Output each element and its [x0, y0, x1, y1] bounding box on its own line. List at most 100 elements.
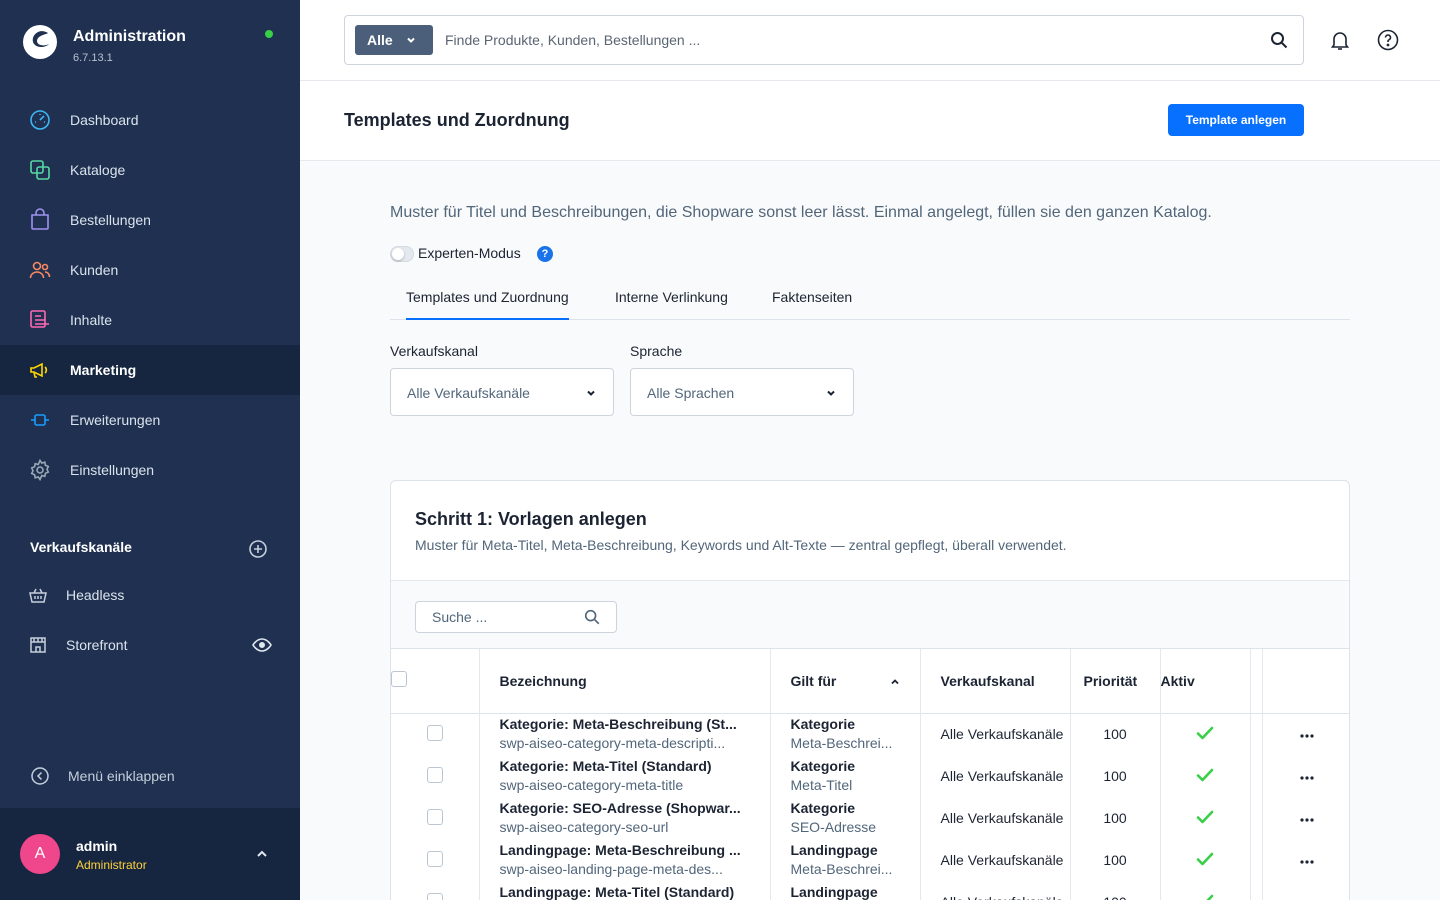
row-checkbox[interactable] — [426, 892, 443, 900]
more-actions-icon[interactable] — [1299, 859, 1315, 865]
row-checkbox[interactable] — [426, 766, 443, 783]
tab-fact-pages[interactable]: Faktenseiten — [772, 289, 852, 320]
template-technical-name: swp-aiseo-category-meta-descripti... — [499, 735, 726, 752]
more-actions-icon[interactable] — [1299, 733, 1315, 739]
search-scope-dropdown[interactable]: Alle — [355, 25, 433, 55]
template-name[interactable]: Kategorie: Meta-Titel (Standard) — [500, 757, 770, 775]
search-icon[interactable] — [1269, 30, 1289, 50]
bell-icon[interactable] — [1328, 28, 1352, 52]
sidebar-item-dashboard[interactable]: Dashboard — [0, 95, 300, 145]
row-select-cell — [391, 713, 480, 755]
select-all-checkbox[interactable] — [391, 671, 407, 688]
checkmark-icon — [1196, 768, 1214, 781]
sidebar-item-label: Einstellungen — [70, 462, 155, 478]
row-checkbox[interactable] — [426, 808, 443, 825]
active-cell — [1160, 713, 1251, 755]
sales-channel-headless[interactable]: Headless — [0, 570, 300, 620]
search-icon[interactable] — [583, 608, 601, 626]
priority-cell: 100 — [1070, 797, 1161, 839]
active-cell — [1160, 755, 1251, 797]
help-badge-icon[interactable]: ? — [537, 246, 553, 262]
sidebar-item-kunden[interactable]: Kunden — [0, 245, 300, 295]
sales-channels-heading: Verkaufskanäle — [30, 539, 132, 555]
checkmark-icon — [1196, 810, 1214, 823]
language-select[interactable]: Alle Sprachen — [630, 368, 854, 416]
card-subtitle: Muster für Meta-Titel, Meta-Beschreibung… — [415, 537, 1067, 553]
table-row[interactable]: Kategorie: Meta-Beschreibung (St... swp-a… — [391, 713, 1349, 755]
table-row[interactable]: Landingpage: Meta-Beschreibung ... swp-ai… — [391, 839, 1349, 881]
spacer-cell — [1250, 797, 1263, 839]
channel-cell: Alle Verkaufskanäle — [920, 713, 1071, 755]
catalog-icon — [30, 160, 50, 180]
scope-entity: Kategorie — [790, 800, 856, 816]
row-select-cell — [391, 881, 480, 900]
megaphone-icon — [30, 362, 48, 378]
search-scope-label: Alle — [367, 32, 393, 48]
search-input[interactable] — [445, 28, 1225, 52]
channel-select[interactable]: Alle Verkaufskanäle — [390, 368, 614, 416]
name-cell: Kategorie: Meta-Beschreibung (St... swp-a… — [479, 713, 771, 755]
column-actions — [1262, 649, 1349, 713]
sales-channel-label: Headless — [66, 587, 125, 603]
sidebar-item-bestellungen[interactable]: Bestellungen — [0, 195, 300, 245]
channel-cell: Alle Verkaufskanäle — [920, 881, 1071, 900]
actions-cell — [1262, 797, 1349, 839]
column-header-channel[interactable]: Verkaufskanal — [920, 649, 1071, 713]
sidebar-item-label: Kunden — [70, 262, 119, 278]
spacer-cell — [1250, 881, 1263, 900]
sidebar-item-label: Marketing — [70, 362, 137, 378]
column-header-active[interactable]: Aktiv — [1160, 649, 1251, 713]
channel-filter-label: Verkaufskanal — [390, 343, 478, 359]
templates-grid: Bezeichnung Gilt für Verkaufskanal Prior… — [391, 649, 1349, 900]
active-cell — [1160, 797, 1251, 839]
scope-field: Meta-Titel — [790, 777, 853, 793]
language-filter-label: Sprache — [630, 343, 683, 359]
chevron-down-icon — [827, 390, 835, 396]
help-icon[interactable] — [1376, 28, 1400, 52]
more-actions-icon[interactable] — [1299, 775, 1315, 781]
create-template-button[interactable]: Template anlegen — [1168, 104, 1304, 136]
sidebar-item-kataloge[interactable]: Kataloge — [0, 145, 300, 195]
template-name[interactable]: Kategorie: SEO-Adresse (Shopwar... — [500, 799, 770, 817]
template-technical-name: swp-aiseo-category-meta-title — [499, 777, 684, 793]
row-checkbox[interactable] — [426, 850, 443, 867]
storefront-icon — [30, 637, 46, 653]
chevron-up-icon — [257, 850, 267, 857]
tab-internal-linking[interactable]: Interne Verlinkung — [615, 289, 728, 320]
scope-cell: Kategorie Meta-Beschrei... — [770, 713, 921, 755]
add-circle-icon[interactable] — [248, 539, 268, 559]
grid-search-input[interactable] — [432, 609, 582, 625]
scope-field: Meta-Beschrei... — [790, 735, 893, 752]
expert-mode-toggle[interactable] — [390, 246, 414, 262]
sidebar: Administration 6.7.13.1 Dashboard Katalo… — [0, 0, 300, 900]
column-header-name[interactable]: Bezeichnung — [479, 649, 771, 713]
sidebar-item-label: Inhalte — [70, 312, 113, 328]
sidebar-item-inhalte[interactable]: Inhalte — [0, 295, 300, 345]
sidebar-item-einstellungen[interactable]: Einstellungen — [0, 445, 300, 495]
sidebar-item-erweiterungen[interactable]: Erweiterungen — [0, 395, 300, 445]
more-actions-icon[interactable] — [1299, 817, 1315, 823]
template-name[interactable]: Landingpage: Meta-Titel (Standard) — [500, 883, 770, 900]
column-header-priority[interactable]: Priorität — [1070, 649, 1161, 713]
tab-templates[interactable]: Templates und Zuordnung — [406, 289, 569, 320]
row-checkbox[interactable] — [426, 724, 443, 741]
table-row[interactable]: Kategorie: SEO-Adresse (Shopwar... swp-ai… — [391, 797, 1349, 839]
collapse-menu-button[interactable]: Menü einklappen — [0, 752, 300, 800]
sidebar-item-label: Dashboard — [70, 112, 139, 128]
brand[interactable]: Administration 6.7.13.1 — [22, 22, 282, 72]
sidebar-item-marketing[interactable]: Marketing — [0, 345, 300, 395]
actions-cell — [1262, 839, 1349, 881]
grid-search — [415, 601, 617, 633]
eye-icon[interactable] — [252, 637, 272, 653]
name-cell: Landingpage: Meta-Beschreibung ... swp-ai… — [479, 839, 771, 881]
gear-icon — [30, 458, 50, 482]
sales-channel-storefront[interactable]: Storefront — [0, 620, 300, 670]
table-row[interactable]: Kategorie: Meta-Titel (Standard) swp-aise… — [391, 755, 1349, 797]
template-name[interactable]: Kategorie: Meta-Beschreibung (St... — [500, 715, 770, 733]
column-header-scope[interactable]: Gilt für — [770, 649, 921, 713]
channel-cell: Alle Verkaufskanäle — [920, 755, 1071, 797]
table-row[interactable]: Landingpage: Meta-Titel (Standard)swp-ai… — [391, 881, 1349, 900]
template-name[interactable]: Landingpage: Meta-Beschreibung ... — [500, 841, 770, 859]
sidebar-item-label: Kataloge — [70, 162, 126, 178]
user-menu[interactable]: A admin Administrator — [0, 808, 300, 900]
